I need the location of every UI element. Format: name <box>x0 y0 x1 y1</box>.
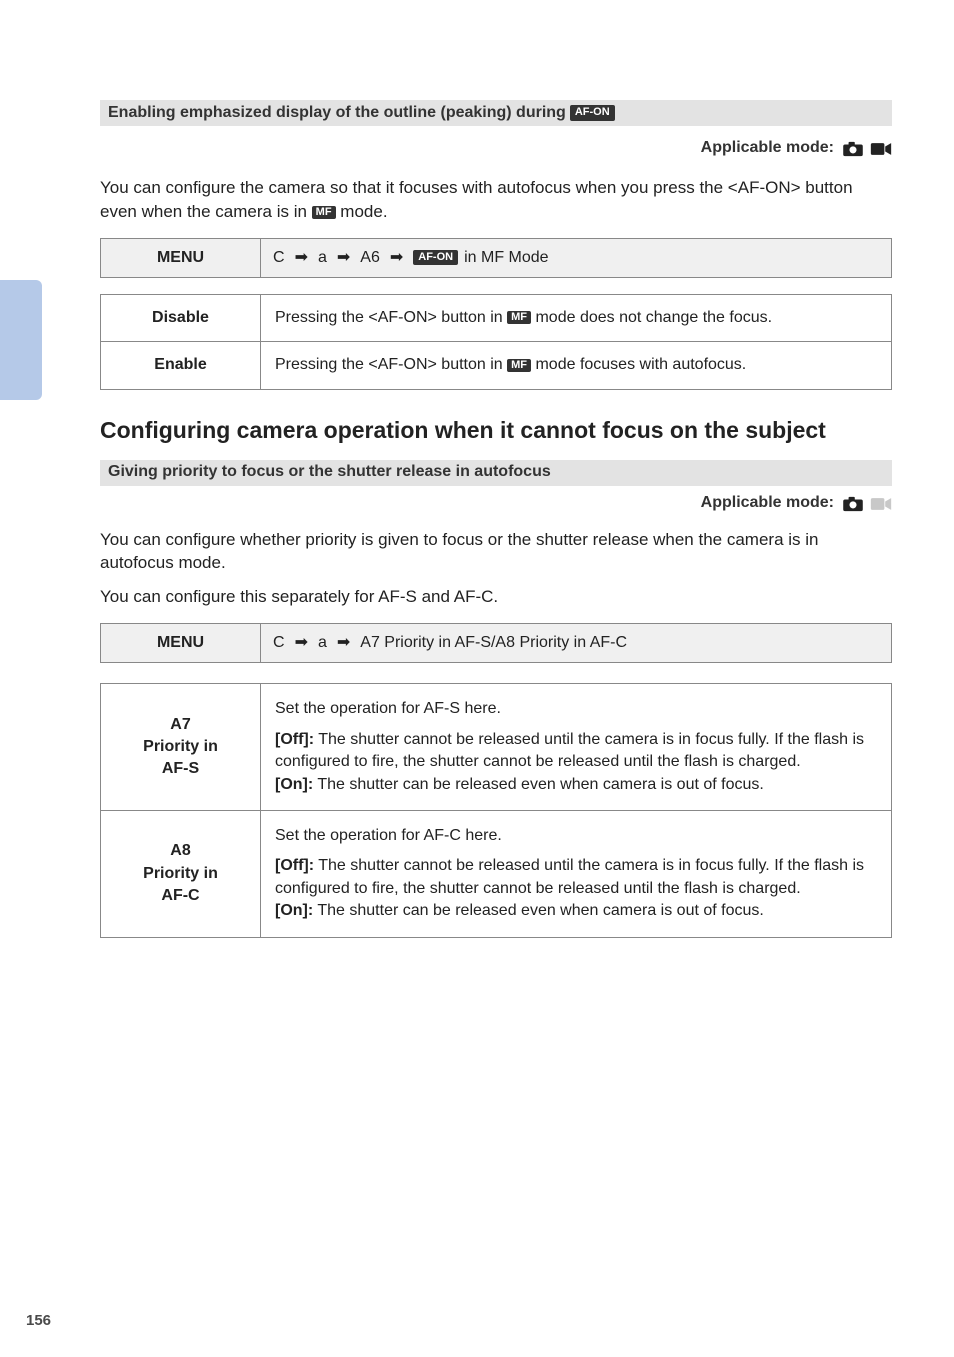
menu-path-part: a <box>318 247 327 269</box>
menu-path-part: A7 Priority in AF-S/A8 Priority in AF-C <box>360 632 627 654</box>
priority-intro: Set the operation for AF-C here. <box>275 825 877 847</box>
setting-text-before: Pressing the <AF-ON> button in <box>275 309 507 326</box>
camera-icon <box>840 490 864 518</box>
menu-path-part: A6 <box>360 247 380 269</box>
mf-badge-icon: MF <box>312 206 336 219</box>
priority-label-cell: A7 Priority in AF-S <box>101 684 261 811</box>
mode-label: Applicable mode: <box>701 492 834 514</box>
section2-paragraph2: You can configure this separately for AF… <box>100 585 892 609</box>
on-text: The shutter can be released even when ca… <box>317 776 763 793</box>
setting-desc-cell: Pressing the <AF-ON> button in MF mode f… <box>261 342 892 389</box>
off-label: [Off]: <box>275 731 314 748</box>
arrow-right-icon: ➡ <box>295 632 308 654</box>
afon-badge-icon: AF-ON <box>413 250 458 265</box>
menu-path-tail: in MF Mode <box>464 247 548 269</box>
bar-text: Enabling emphasized display of the outli… <box>108 102 566 124</box>
para-text: You can configure the camera so that it … <box>100 178 853 221</box>
mf-badge-icon: MF <box>507 311 531 324</box>
section2-paragraph1: You can configure whether priority is gi… <box>100 528 892 576</box>
menu-cell-label: MENU <box>101 238 261 277</box>
setting-label: Disable <box>101 295 260 341</box>
camera-icon <box>840 134 864 162</box>
priority-intro: Set the operation for AF-S here. <box>275 698 877 720</box>
menu-path-table-1: MENU C ➡ a ➡ A6 ➡ AF-ON in MF Mode <box>100 238 892 278</box>
priority-label: A8 Priority in AF-C <box>101 826 260 921</box>
menu-path-part: C <box>273 247 285 269</box>
menu-label: MENU <box>101 239 260 277</box>
menu-path-part: C <box>273 632 285 654</box>
on-text: The shutter can be released even when ca… <box>317 902 763 919</box>
afon-badge-icon: AF-ON <box>570 105 615 120</box>
arrow-right-icon: ➡ <box>390 247 403 269</box>
arrow-right-icon: ➡ <box>337 632 350 654</box>
menu-path-table-2: MENU C ➡ a ➡ A7 Priority in AF-S/A8 Prio… <box>100 623 892 663</box>
menu-path-part: a <box>318 632 327 654</box>
priority-label: A7 Priority in AF-S <box>101 700 260 795</box>
priority-table: A7 Priority in AF-S Set the operation fo… <box>100 683 892 937</box>
setting-label-cell: Enable <box>101 342 261 389</box>
side-tab <box>0 280 42 400</box>
priority-label-cell: A8 Priority in AF-C <box>101 811 261 938</box>
section-heading: Configuring camera operation when it can… <box>100 416 892 446</box>
on-label: [On]: <box>275 902 313 919</box>
arrow-right-icon: ➡ <box>337 247 350 269</box>
off-label: [Off]: <box>275 857 314 874</box>
section-bar-peaking: Enabling emphasized display of the outli… <box>100 100 892 126</box>
setting-label: Enable <box>101 342 260 388</box>
setting-label-cell: Disable <box>101 294 261 341</box>
bar2-text: Giving priority to focus or the shutter … <box>108 461 551 483</box>
applicable-mode-row: Applicable mode: <box>100 134 892 162</box>
menu-path-cell: C ➡ a ➡ A6 ➡ AF-ON in MF Mode <box>261 238 892 277</box>
para-tail: mode. <box>340 202 387 221</box>
arrow-right-icon: ➡ <box>295 247 308 269</box>
menu-cell-label: MENU <box>101 624 261 663</box>
menu-path-cell: C ➡ a ➡ A7 Priority in AF-S/A8 Priority … <box>261 624 892 663</box>
menu-label: MENU <box>101 624 260 662</box>
movie-icon <box>866 490 892 518</box>
setting-desc-cell: Pressing the <AF-ON> button in MF mode d… <box>261 294 892 341</box>
on-label: [On]: <box>275 776 313 793</box>
setting-text-after: mode does not change the focus. <box>535 309 772 326</box>
mf-badge-icon: MF <box>507 359 531 372</box>
section-paragraph: You can configure the camera so that it … <box>100 176 892 224</box>
priority-desc-cell: Set the operation for AF-C here. [Off]: … <box>261 811 892 938</box>
settings-table-1: Disable Pressing the <AF-ON> button in M… <box>100 294 892 390</box>
setting-text-after: mode focuses with autofocus. <box>535 356 746 373</box>
movie-icon <box>866 134 892 162</box>
off-text: The shutter cannot be released until the… <box>275 857 864 896</box>
priority-desc-cell: Set the operation for AF-S here. [Off]: … <box>261 684 892 811</box>
setting-text-before: Pressing the <AF-ON> button in <box>275 356 507 373</box>
section-bar-priority: Giving priority to focus or the shutter … <box>100 460 892 486</box>
page-number: 156 <box>26 1310 51 1331</box>
off-text: The shutter cannot be released until the… <box>275 731 864 770</box>
applicable-mode-row: Applicable mode: <box>100 490 892 518</box>
mode-label: Applicable mode: <box>701 137 834 159</box>
